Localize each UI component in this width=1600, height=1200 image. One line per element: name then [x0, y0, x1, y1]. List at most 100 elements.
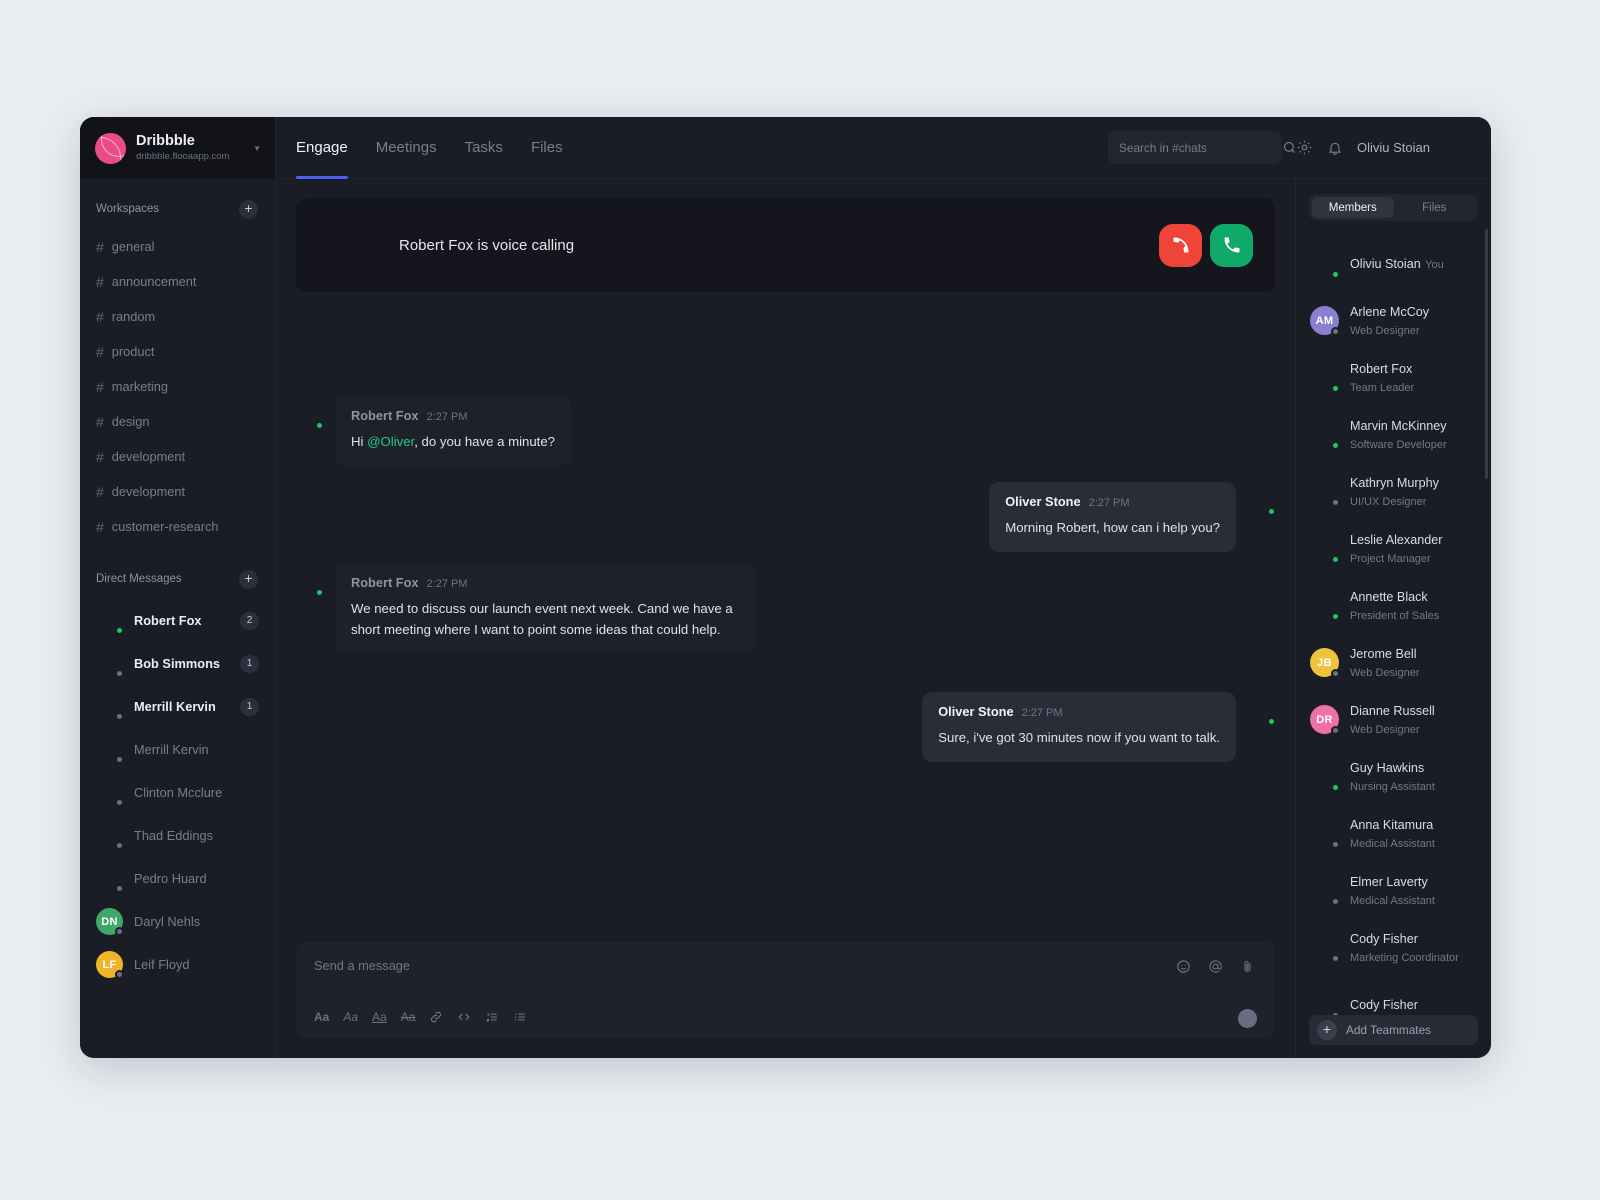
dm-item[interactable]: Pedro Huard: [80, 857, 275, 900]
hash-icon: #: [96, 308, 104, 325]
tab-label: Files: [530, 139, 563, 156]
code-icon[interactable]: [457, 1010, 471, 1024]
avatar[interactable]: [1444, 134, 1471, 161]
message-bubble: Oliver Stone 2:27 PM Sure, i've got 30 m…: [922, 692, 1236, 762]
composer-placeholder[interactable]: Send a message: [314, 958, 1257, 973]
sidebar-scroll[interactable]: Workspaces + # general # announcement # …: [80, 179, 275, 1058]
dm-item[interactable]: DN Daryl Nehls: [80, 900, 275, 943]
member-name: Oliviu Stoian: [1350, 256, 1421, 271]
channel-item-development[interactable]: # development: [80, 439, 275, 474]
member-info: Marvin McKinney Software Developer: [1350, 417, 1477, 453]
direct-messages-section: Direct Messages + Robert Fox 2 Bob Simmo…: [80, 566, 275, 986]
dm-item[interactable]: Bob Simmons 1: [80, 642, 275, 685]
tab-label: Engage: [296, 139, 348, 156]
member-item[interactable]: Annette Black President of Sales: [1296, 577, 1491, 634]
search-icon[interactable]: [1282, 140, 1297, 155]
link-icon[interactable]: [429, 1010, 443, 1024]
member-item[interactable]: Elmer Laverty Medical Assistant: [1296, 862, 1491, 919]
paperclip-icon[interactable]: [1240, 959, 1255, 974]
status-dot: [1331, 555, 1340, 564]
message-time: 2:27 PM: [426, 578, 468, 590]
tab-engage[interactable]: Engage: [296, 117, 348, 179]
strikethrough-button[interactable]: Aa: [401, 1010, 416, 1024]
message-list[interactable]: Robert Fox 2:27 PM Hi @Oliver, do you ha…: [296, 292, 1276, 942]
dm-item[interactable]: Merrill Kervin: [80, 728, 275, 771]
accept-call-button[interactable]: [1210, 223, 1253, 267]
avatar: [96, 607, 124, 635]
member-item[interactable]: Oliviu Stoian You: [1296, 235, 1491, 292]
unread-badge: 1: [240, 654, 259, 673]
scrollbar[interactable]: [1485, 229, 1488, 479]
dm-item[interactable]: Merrill Kervin 1: [80, 685, 275, 728]
member-item[interactable]: Anna Kitamura Medical Assistant: [1296, 805, 1491, 862]
ordered-list-icon[interactable]: [485, 1010, 499, 1024]
dm-item[interactable]: Thad Eddings: [80, 814, 275, 857]
status-dot: [1331, 612, 1340, 621]
channel-item-customer-research[interactable]: # customer-research: [80, 509, 275, 544]
workspace-switcher[interactable]: Dribbble dribbble.flooaapp.com ▼: [80, 117, 275, 179]
tab-files[interactable]: Files: [531, 117, 563, 179]
hash-icon: #: [96, 273, 104, 290]
underline-button[interactable]: Aa: [372, 1010, 387, 1024]
add-workspace-button[interactable]: +: [239, 199, 258, 219]
member-list[interactable]: Oliviu Stoian You AM Arlene McCoy Web De…: [1296, 229, 1491, 1058]
channel-item-announcement[interactable]: # announcement: [80, 264, 275, 299]
message-author: Robert Fox: [351, 575, 419, 590]
channel-item-product[interactable]: # product: [80, 334, 275, 369]
dm-name: Leif Floyd: [134, 957, 190, 972]
emoji-icon[interactable]: [1176, 959, 1191, 974]
channel-item-marketing[interactable]: # marketing: [80, 369, 275, 404]
member-item[interactable]: Kathryn Murphy UI/UX Designer: [1296, 463, 1491, 520]
tab-tasks[interactable]: Tasks: [465, 117, 503, 179]
member-item[interactable]: DR Dianne Russell Web Designer: [1296, 691, 1491, 748]
message-author: Robert Fox: [351, 408, 419, 423]
right-tab-members[interactable]: Members: [1312, 197, 1394, 218]
add-dm-button[interactable]: +: [239, 569, 258, 589]
mention-link[interactable]: @Oliver: [367, 434, 414, 449]
message-text: Morning Robert, how can i help you?: [1005, 520, 1220, 535]
channel-label: development: [111, 449, 186, 464]
dm-item[interactable]: Robert Fox 2: [80, 599, 275, 642]
member-item[interactable]: Robert Fox Team Leader: [1296, 349, 1491, 406]
member-item[interactable]: Guy Hawkins Nursing Assistant: [1296, 748, 1491, 805]
right-tab-files[interactable]: Files: [1394, 197, 1476, 218]
decline-call-button[interactable]: [1159, 223, 1202, 267]
chevron-down-icon[interactable]: ▼: [253, 144, 261, 153]
dm-item[interactable]: Clinton Mcclure: [80, 771, 275, 814]
dm-item[interactable]: LF Leif Floyd: [80, 943, 275, 986]
message-text: Sure, i've got 30 minutes now if you wan…: [938, 730, 1220, 745]
avatar: [1248, 698, 1276, 726]
member-info: Guy Hawkins Nursing Assistant: [1350, 759, 1477, 795]
channel-item-development[interactable]: # development: [80, 474, 275, 509]
bullet-list-icon[interactable]: [513, 1010, 527, 1024]
gear-icon[interactable]: [1296, 139, 1313, 156]
member-item[interactable]: Marvin McKinney Software Developer: [1296, 406, 1491, 463]
bold-button[interactable]: Aa: [314, 1010, 329, 1024]
status-dot: [1331, 441, 1340, 450]
plus-icon: +: [1317, 1020, 1337, 1040]
avatar: [296, 569, 324, 597]
member-item[interactable]: AM Arlene McCoy Web Designer: [1296, 292, 1491, 349]
tab-meetings[interactable]: Meetings: [376, 117, 437, 179]
channel-item-random[interactable]: # random: [80, 299, 275, 334]
hash-icon: #: [96, 343, 104, 360]
channel-item-design[interactable]: # design: [80, 404, 275, 439]
italic-button[interactable]: Aa: [343, 1010, 358, 1024]
status-dot: [115, 669, 124, 678]
member-item[interactable]: Cody Fisher Marketing Coordinator: [1296, 919, 1491, 976]
member-item[interactable]: Leslie Alexander Project Manager: [1296, 520, 1491, 577]
search-input[interactable]: [1119, 140, 1275, 155]
add-teammates-button[interactable]: + Add Teammates: [1309, 1015, 1478, 1045]
message-composer[interactable]: Send a message Aa Aa Aa Aa: [296, 942, 1275, 1038]
add-teammates-label: Add Teammates: [1346, 1023, 1432, 1037]
avatar: [1310, 420, 1340, 450]
send-button[interactable]: [1238, 1009, 1257, 1028]
member-name: Guy Hawkins: [1350, 760, 1425, 775]
at-mention-icon[interactable]: [1208, 959, 1223, 974]
channel-item-general[interactable]: # general: [80, 229, 275, 264]
avatar: [296, 402, 324, 430]
member-item[interactable]: JB Jerome Bell Web Designer: [1296, 634, 1491, 691]
avatar: [1310, 762, 1340, 792]
bell-icon[interactable]: [1327, 140, 1343, 156]
search-box[interactable]: [1108, 131, 1295, 164]
